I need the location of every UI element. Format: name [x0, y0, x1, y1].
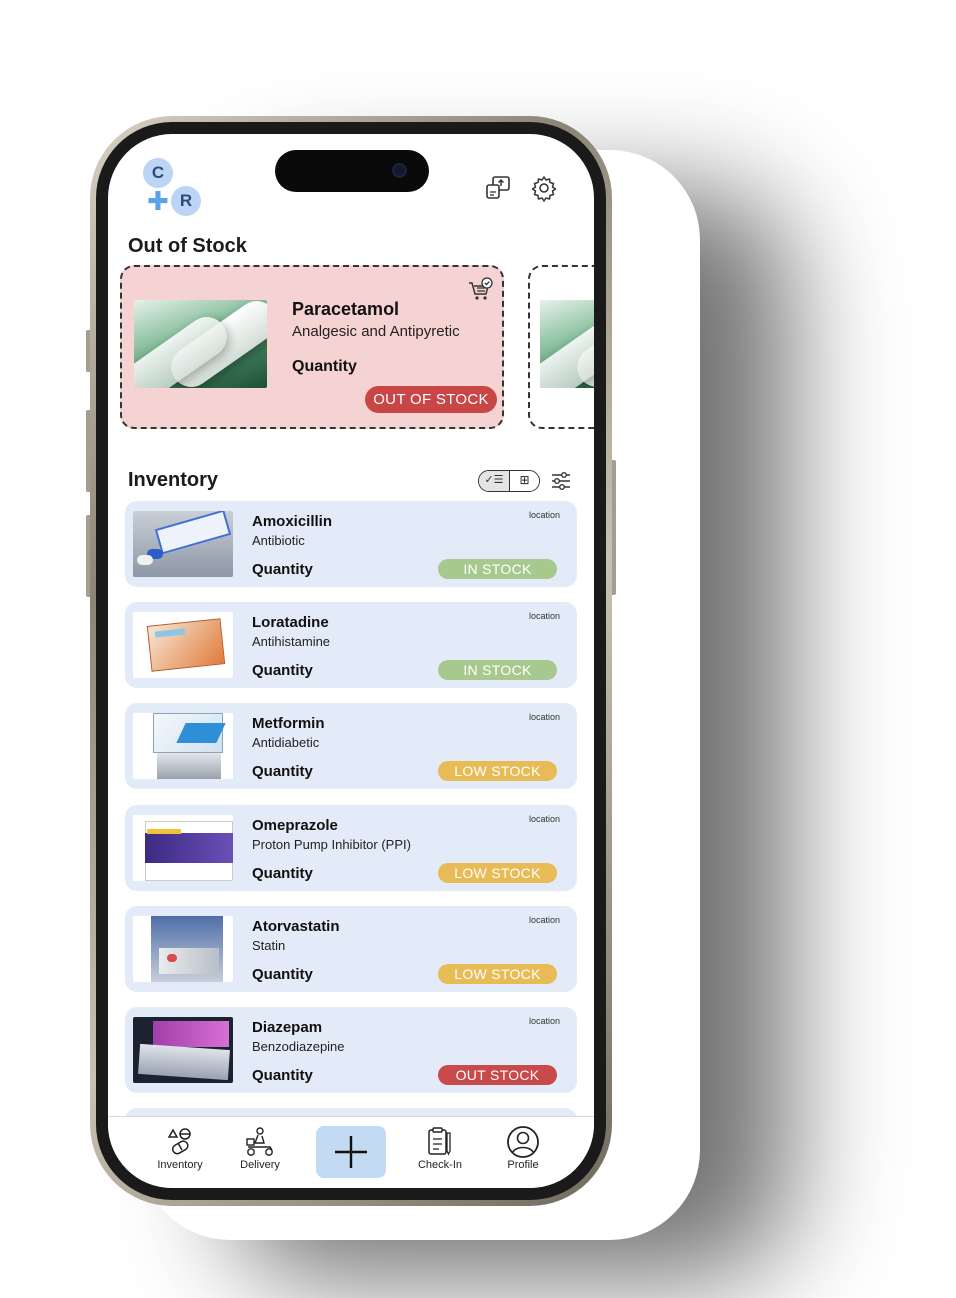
tab-label: Delivery — [240, 1159, 280, 1171]
add-button[interactable] — [316, 1126, 386, 1178]
out-of-stock-badge: OUT OF STOCK — [365, 386, 497, 413]
inventory-item[interactable]: Atorvastatin Statin Quantity location LO… — [125, 905, 577, 992]
inventory-item[interactable]: Metformin Antidiabetic Quantity location… — [125, 703, 577, 790]
out-of-stock-card-next[interactable] — [528, 265, 594, 429]
tab-delivery[interactable]: Delivery — [220, 1125, 300, 1171]
phone-frame: C ✚ R Out of Stock Paracetamol Analgesic… — [90, 116, 612, 1206]
item-quantity-label: Quantity — [252, 864, 313, 882]
clipboard-icon — [428, 1127, 451, 1156]
item-quantity-label: Quantity — [252, 1066, 313, 1084]
inventory-item[interactable]: Diazepam Benzodiazepine Quantity locatio… — [125, 1006, 577, 1093]
inventory-item[interactable]: Loratadine Antihistamine Quantity locati… — [125, 602, 577, 689]
grid-icon[interactable]: ⊞ — [509, 471, 539, 491]
item-category: Statin — [252, 937, 286, 953]
item-location: location — [528, 1015, 560, 1026]
diazepam-image — [133, 1016, 233, 1083]
inventory-item[interactable]: Amoxicillin Antibiotic Quantity location… — [125, 501, 577, 587]
share-screen-icon[interactable] — [484, 174, 512, 202]
gear-icon[interactable] — [530, 174, 558, 202]
item-name: Omeprazole — [252, 816, 338, 834]
logo-letter-r: R — [171, 186, 201, 216]
item-location: location — [528, 510, 560, 520]
item-category: Proton Pump Inhibitor (PPI) — [252, 836, 411, 852]
logo-letter-c: C — [143, 158, 173, 188]
item-name: Loratadine — [252, 614, 329, 632]
item-location: location — [528, 813, 560, 824]
item-location: location — [528, 914, 560, 925]
item-quantity-label: Quantity — [252, 561, 313, 578]
scooter-icon — [246, 1127, 273, 1156]
item-quantity-label: Quantity — [252, 965, 313, 983]
item-location: location — [528, 712, 560, 723]
status-badge: LOW STOCK — [438, 963, 557, 984]
camera-icon — [392, 163, 407, 178]
item-category: Antihistamine — [252, 634, 331, 650]
oos-item-category: Analgesic and Antipyretic — [292, 323, 460, 340]
status-badge: LOW STOCK — [438, 862, 557, 883]
status-badge: IN STOCK — [438, 559, 557, 579]
oos-item-quantity-label: Quantity — [292, 358, 357, 375]
tab-label: Check-In — [417, 1159, 463, 1171]
item-name: Amoxicillin — [252, 513, 333, 530]
oos-item-name: Paracetamol — [292, 299, 400, 319]
tab-inventory[interactable]: Inventory — [140, 1125, 220, 1171]
item-category: Benzodiazepine — [252, 1038, 345, 1054]
status-badge: OUT STOCK — [438, 1064, 557, 1085]
logo-cross-icon: ✚ — [147, 186, 169, 216]
metformin-image — [133, 713, 233, 780]
loratadine-image — [133, 612, 233, 679]
item-name: Diazepam — [252, 1018, 323, 1036]
out-of-stock-card[interactable]: Paracetamol Analgesic and Antipyretic Qu… — [120, 265, 504, 429]
item-quantity-label: Quantity — [252, 763, 313, 781]
tab-label: Profile — [507, 1159, 539, 1171]
app-screen: C ✚ R Out of Stock Paracetamol Analgesic… — [108, 134, 594, 1188]
omeprazole-image — [133, 814, 233, 881]
dynamic-island — [275, 150, 429, 192]
app-logo: C ✚ R — [143, 158, 205, 216]
inventory-list: Amoxicillin Antibiotic Quantity location… — [125, 501, 577, 1163]
item-location: location — [528, 611, 560, 622]
status-badge: LOW STOCK — [438, 761, 557, 782]
inventory-item[interactable]: Omeprazole Proton Pump Inhibitor (PPI) Q… — [125, 804, 577, 891]
tab-check-in[interactable]: Check-In — [400, 1125, 480, 1171]
item-name: Atorvastatin — [252, 917, 340, 935]
item-quantity-label: Quantity — [252, 662, 313, 680]
phone-bezel: C ✚ R Out of Stock Paracetamol Analgesic… — [96, 122, 606, 1200]
item-category: Antibiotic — [252, 533, 305, 548]
status-badge: IN STOCK — [438, 660, 557, 681]
next-item-image — [540, 300, 594, 388]
out-of-stock-title: Out of Stock — [128, 235, 247, 257]
bottom-tab-bar: Inventory Delivery Check-In Profile — [108, 1116, 594, 1188]
atorvastatin-image — [133, 915, 233, 982]
view-toggle[interactable]: ✓☰ ⊞ — [478, 470, 540, 492]
cart-check-icon[interactable] — [467, 277, 493, 303]
item-name: Metformin — [252, 715, 325, 733]
tab-label: Inventory — [157, 1159, 203, 1171]
user-circle-icon — [507, 1126, 539, 1158]
sliders-icon[interactable] — [550, 470, 572, 492]
item-category: Antidiabetic — [252, 735, 320, 751]
list-icon[interactable]: ✓☰ — [479, 471, 509, 491]
amoxicillin-image — [133, 511, 233, 577]
pills-icon — [167, 1128, 191, 1155]
inventory-title: Inventory — [128, 469, 219, 491]
plus-icon — [335, 1136, 367, 1168]
tab-profile[interactable]: Profile — [483, 1125, 563, 1171]
paracetamol-image — [134, 300, 267, 388]
